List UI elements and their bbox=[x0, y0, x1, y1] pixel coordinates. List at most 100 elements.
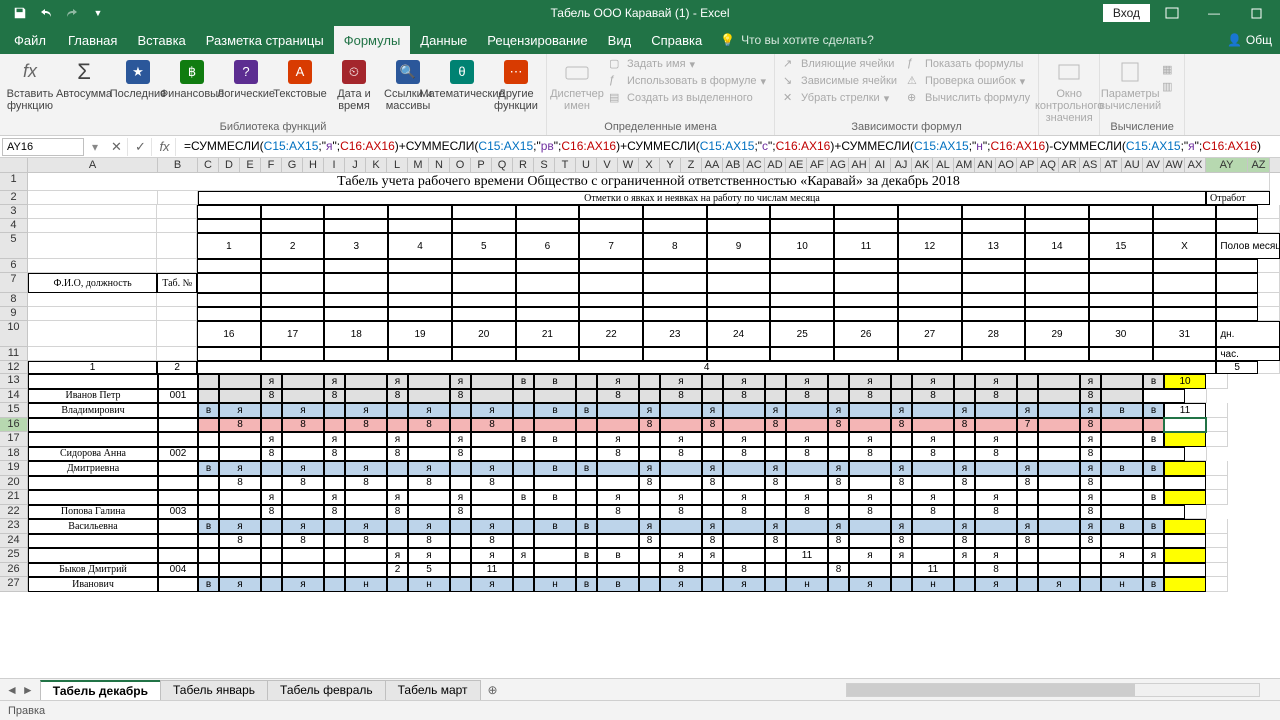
cell[interactable]: я bbox=[660, 432, 702, 447]
cell[interactable] bbox=[770, 259, 834, 273]
cell[interactable] bbox=[912, 476, 954, 491]
cell[interactable] bbox=[898, 293, 962, 307]
cell[interactable] bbox=[1216, 205, 1258, 219]
insert-function-button[interactable]: fxВставить функцию bbox=[4, 56, 56, 114]
cell[interactable]: Сидорова Анна bbox=[28, 447, 158, 462]
cell[interactable] bbox=[912, 534, 954, 549]
cell[interactable]: я bbox=[660, 490, 702, 505]
cell[interactable] bbox=[261, 519, 282, 534]
cell[interactable] bbox=[513, 577, 534, 592]
tab-Разметка страницы[interactable]: Разметка страницы bbox=[196, 26, 334, 54]
cell[interactable]: я bbox=[891, 519, 912, 534]
cell[interactable] bbox=[261, 293, 325, 307]
cell[interactable] bbox=[1206, 563, 1228, 578]
cell[interactable]: 8 bbox=[660, 447, 702, 462]
row-header[interactable]: 8 bbox=[0, 293, 28, 307]
cell[interactable]: я bbox=[471, 519, 513, 534]
cell[interactable]: в bbox=[576, 577, 597, 592]
cell[interactable]: в bbox=[198, 577, 219, 592]
cell[interactable] bbox=[891, 374, 912, 389]
recent-button[interactable]: ★Последние bbox=[112, 56, 164, 102]
cell[interactable]: я bbox=[723, 490, 765, 505]
cell[interactable]: 8 bbox=[849, 505, 891, 520]
row-header[interactable]: 18 bbox=[0, 447, 28, 462]
cell[interactable] bbox=[197, 219, 261, 233]
cell[interactable]: я bbox=[954, 548, 975, 563]
cell[interactable] bbox=[1153, 347, 1217, 361]
cell[interactable]: 8 bbox=[597, 389, 639, 404]
cell[interactable]: 8 bbox=[723, 563, 765, 578]
col-header[interactable]: Q bbox=[492, 158, 513, 172]
cell[interactable] bbox=[345, 432, 387, 447]
cell[interactable] bbox=[707, 205, 771, 219]
col-header[interactable]: N bbox=[429, 158, 450, 172]
cell[interactable] bbox=[912, 461, 954, 476]
cell[interactable]: Быков Дмитрий bbox=[28, 563, 158, 578]
cell[interactable]: я bbox=[282, 461, 324, 476]
more-fn-button[interactable]: ⋯Другие функции bbox=[490, 56, 542, 114]
cell[interactable]: в bbox=[198, 519, 219, 534]
cell[interactable]: я bbox=[261, 432, 282, 447]
cell[interactable] bbox=[1185, 447, 1207, 462]
cell[interactable] bbox=[639, 505, 660, 520]
cell[interactable] bbox=[723, 403, 765, 418]
cell[interactable]: 8 bbox=[891, 534, 912, 549]
cell[interactable]: в bbox=[1143, 403, 1164, 418]
cell[interactable]: я bbox=[954, 403, 975, 418]
row-header[interactable]: 12 bbox=[0, 361, 28, 374]
cell[interactable] bbox=[1258, 219, 1280, 233]
col-header[interactable]: AS bbox=[1080, 158, 1101, 172]
cell[interactable] bbox=[723, 461, 765, 476]
cell[interactable] bbox=[828, 548, 849, 563]
cell[interactable] bbox=[828, 389, 849, 404]
cell[interactable]: 5 bbox=[408, 563, 450, 578]
cell[interactable] bbox=[579, 307, 643, 321]
cell[interactable] bbox=[1038, 548, 1080, 563]
cell[interactable]: 8 bbox=[471, 476, 513, 491]
cell[interactable]: 8 bbox=[786, 389, 828, 404]
cell[interactable] bbox=[452, 205, 516, 219]
col-header[interactable]: P bbox=[471, 158, 492, 172]
col-header[interactable]: AG bbox=[828, 158, 849, 172]
cell[interactable]: я bbox=[1101, 548, 1143, 563]
cell[interactable] bbox=[197, 293, 261, 307]
cell[interactable]: Попова Галина bbox=[28, 505, 158, 520]
cell[interactable] bbox=[452, 347, 516, 361]
col-header[interactable]: V bbox=[597, 158, 618, 172]
cell[interactable] bbox=[1025, 307, 1089, 321]
cell[interactable]: я bbox=[408, 403, 450, 418]
cell[interactable] bbox=[219, 389, 261, 404]
row-header[interactable]: 2 bbox=[0, 191, 28, 205]
row-header[interactable]: 16 bbox=[0, 418, 28, 433]
cell[interactable]: 8 bbox=[1080, 418, 1101, 433]
cell[interactable] bbox=[452, 293, 516, 307]
cell[interactable]: в bbox=[1143, 461, 1164, 476]
cell[interactable] bbox=[157, 307, 197, 321]
cell[interactable] bbox=[639, 548, 660, 563]
cell[interactable] bbox=[770, 205, 834, 219]
cell[interactable]: 8 bbox=[408, 476, 450, 491]
cell[interactable] bbox=[639, 577, 660, 592]
cell[interactable]: я bbox=[408, 461, 450, 476]
cell[interactable]: 8 bbox=[723, 505, 765, 520]
cell[interactable] bbox=[516, 347, 580, 361]
cell[interactable]: я bbox=[282, 519, 324, 534]
cell[interactable]: я bbox=[975, 548, 1017, 563]
cell[interactable] bbox=[219, 432, 261, 447]
cell[interactable]: я bbox=[261, 490, 282, 505]
cell[interactable]: я bbox=[891, 461, 912, 476]
cell[interactable] bbox=[534, 505, 576, 520]
cell[interactable]: я bbox=[261, 374, 282, 389]
cell[interactable] bbox=[975, 418, 1017, 433]
cell[interactable]: я bbox=[345, 461, 387, 476]
col-header[interactable]: AQ bbox=[1038, 158, 1059, 172]
cell[interactable] bbox=[723, 534, 765, 549]
col-header[interactable]: O bbox=[450, 158, 471, 172]
cell[interactable] bbox=[639, 389, 660, 404]
cell[interactable] bbox=[834, 307, 898, 321]
cell[interactable] bbox=[828, 577, 849, 592]
cell[interactable]: Таб. № bbox=[157, 273, 197, 293]
cell[interactable] bbox=[702, 505, 723, 520]
cell[interactable] bbox=[849, 519, 891, 534]
cell[interactable] bbox=[1185, 389, 1207, 404]
